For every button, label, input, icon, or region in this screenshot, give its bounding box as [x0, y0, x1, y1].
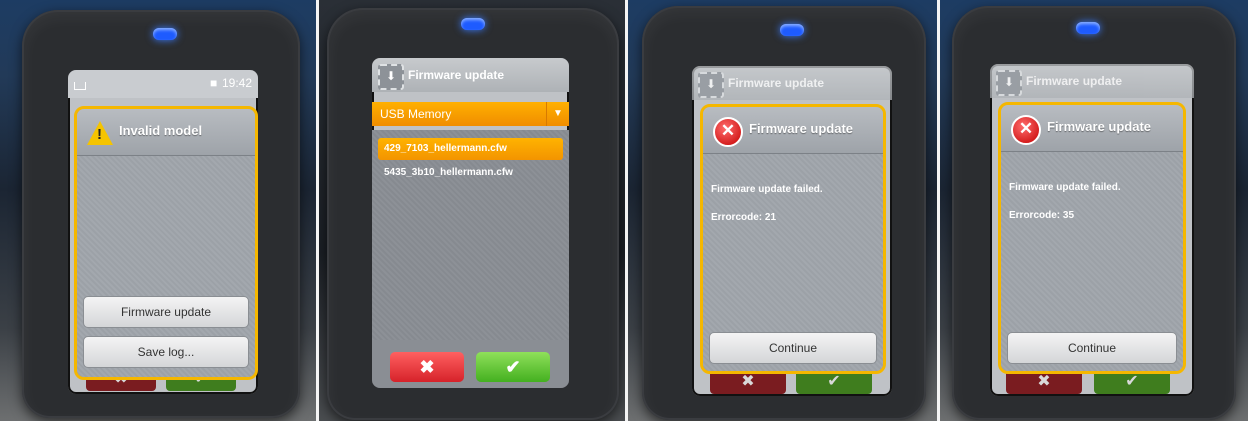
photo-panel-2: ⬇ Firmware update USB Memory ▼ 429_7103_… [319, 0, 625, 421]
device-screen: ⬇ Firmware update ✖ ✔ ✕ Firmware update … [990, 64, 1194, 396]
error-dialog: ✕ Firmware update Firmware update failed… [998, 102, 1186, 374]
firmware-chip-icon: ⬇ [996, 70, 1022, 96]
header-bar: ⬇ Firmware update [372, 58, 569, 92]
status-led [461, 18, 485, 30]
file-item-selected[interactable]: 429_7103_hellermann.cfw [378, 138, 563, 160]
firmware-chip-icon: ⬇ [378, 64, 404, 90]
dialog-body: Firmware update failed. Errorcode: 35 Co… [1001, 152, 1183, 371]
dialog-body: Firmware update failed. Errorcode: 21 Co… [703, 154, 883, 371]
background-header: ⬇ Firmware update [692, 66, 892, 100]
status-led [1076, 22, 1100, 34]
photo-panel-1: ■ 19:42 ✖ ✔ ! Invalid model Firmware upd… [0, 0, 318, 421]
photo-panel-4: ⬇ Firmware update ✖ ✔ ✕ Firmware update … [940, 0, 1248, 421]
background-header: ⬇ Firmware update [990, 64, 1194, 98]
save-log-button[interactable]: Save log... [83, 336, 249, 368]
chevron-down-icon[interactable]: ▼ [546, 102, 569, 126]
device-screen: ⬇ Firmware update USB Memory ▼ 429_7103_… [372, 58, 569, 388]
status-led [780, 24, 804, 36]
dialog-title: Firmware update [749, 121, 854, 136]
error-message: Firmware update failed. [711, 184, 823, 195]
storage-icon [74, 82, 86, 90]
dialog-header: ✕ Firmware update [703, 107, 883, 154]
status-bar: ■ 19:42 [68, 70, 258, 98]
firmware-chip-icon: ⬇ [698, 72, 724, 98]
error-icon: ✕ [713, 117, 743, 147]
action-bar: ✖ ✔ [372, 340, 569, 388]
continue-button[interactable]: Continue [709, 332, 877, 364]
status-led [153, 28, 177, 40]
background-title: Firmware update [1026, 74, 1123, 88]
dialog-header: ✕ Firmware update [1001, 105, 1183, 152]
dialog-title: Invalid model [119, 123, 203, 138]
warning-icon: ! [87, 121, 113, 145]
header-title: Firmware update [408, 68, 505, 82]
error-message: Firmware update failed. [1009, 182, 1121, 193]
dialog-body: Firmware update Save log... [77, 156, 255, 377]
clock-label: 19:42 [222, 76, 253, 90]
dialog-title: Firmware update [1047, 119, 1152, 134]
device-screen: ⬇ Firmware update ✖ ✔ ✕ Firmware update … [692, 66, 892, 396]
photo-panel-3: ⬇ Firmware update ✖ ✔ ✕ Firmware update … [628, 0, 937, 421]
error-icon: ✕ [1011, 115, 1041, 145]
invalid-model-dialog: ! Invalid model Firmware update Save log… [74, 106, 258, 380]
source-dropdown-value: USB Memory [380, 107, 452, 121]
person-icon: ■ [210, 76, 218, 90]
source-dropdown[interactable]: USB Memory ▼ [372, 102, 569, 126]
error-dialog: ✕ Firmware update Firmware update failed… [700, 104, 886, 374]
dialog-header: ! Invalid model [77, 109, 255, 156]
file-list: 429_7103_hellermann.cfw 5435_3b10_heller… [372, 130, 569, 340]
firmware-update-button[interactable]: Firmware update [83, 296, 249, 328]
confirm-button[interactable]: ✔ [476, 352, 550, 382]
file-item[interactable]: 5435_3b10_hellermann.cfw [378, 162, 563, 184]
device-screen: ■ 19:42 ✖ ✔ ! Invalid model Firmware upd… [68, 70, 258, 394]
cancel-button[interactable]: ✖ [390, 352, 464, 382]
background-title: Firmware update [728, 76, 825, 90]
continue-button[interactable]: Continue [1007, 332, 1177, 364]
error-code: Errorcode: 21 [711, 212, 777, 223]
error-code: Errorcode: 35 [1009, 210, 1075, 221]
